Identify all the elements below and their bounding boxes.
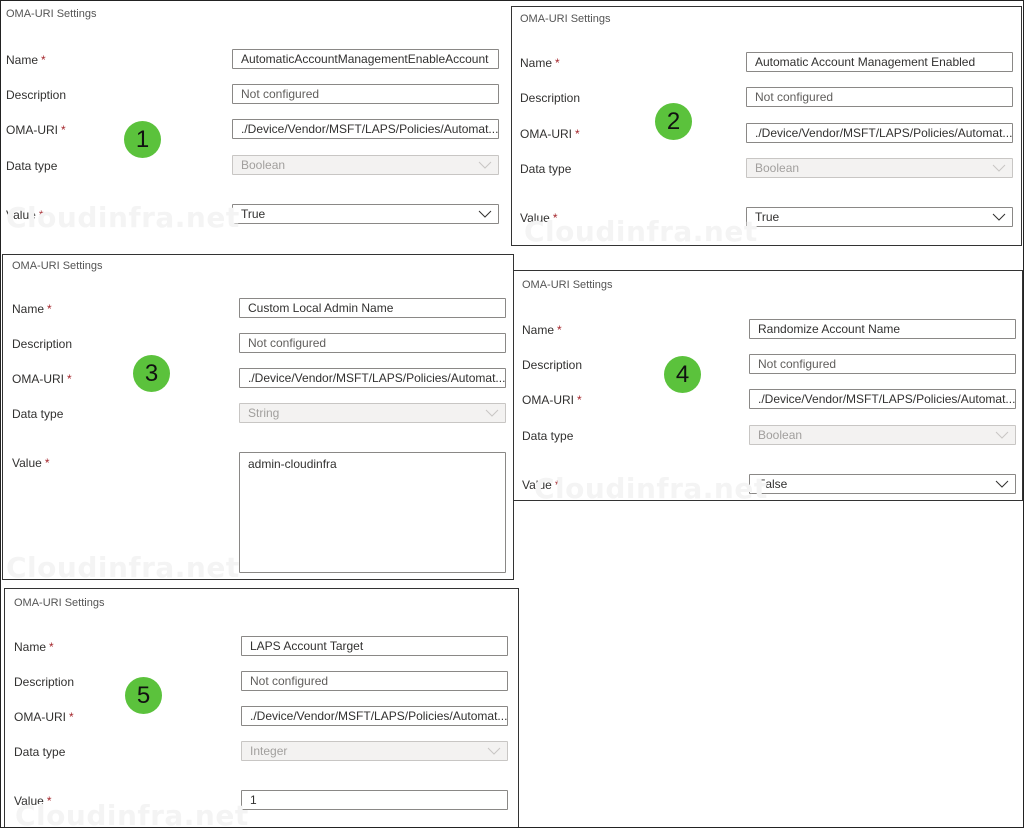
data-type-label: Data type [520,162,572,176]
oma-uri-input[interactable]: ./Device/Vendor/MSFT/LAPS/Policies/Autom… [746,123,1013,143]
data-type-select: Boolean [746,158,1013,178]
description-label: Description [12,337,73,351]
description-label: Description [522,358,583,372]
panel-title: OMA-URI Settings [6,8,97,20]
chevron-down-icon [992,164,1006,172]
value-dropdown[interactable]: False [749,474,1016,494]
chevron-down-icon [992,213,1006,221]
name-input[interactable]: AutomaticAccountManagementEnableAccount [232,49,499,69]
data-type-select: String [239,403,506,423]
name-input[interactable]: Custom Local Admin Name [239,298,506,318]
value-dropdown[interactable]: True [232,204,499,224]
oma-uri-label: OMA-URI * [14,710,74,724]
name-label: Name * [14,640,54,654]
value-textarea[interactable]: admin-cloudinfra [239,452,506,573]
step-badge-4: 4 [664,356,701,393]
oma-uri-label: OMA-URI * [12,372,72,386]
oma-uri-panel-3: OMA-URI Settings Name * Custom Local Admi… [2,254,514,584]
oma-uri-input[interactable]: ./Device/Vendor/MSFT/LAPS/Policies/Autom… [232,119,499,139]
step-badge-2: 2 [655,103,692,140]
oma-uri-panel-4: OMA-URI Settings Name * Randomize Account… [513,270,1023,505]
name-label: Name * [12,302,52,316]
oma-uri-panel-2: OMA-URI Settings Name * Automatic Account… [511,6,1022,248]
oma-uri-input[interactable]: ./Device/Vendor/MSFT/LAPS/Policies/Autom… [241,706,508,726]
chevron-down-icon [487,747,501,755]
data-type-label: Data type [522,429,574,443]
description-label: Description [14,675,75,689]
value-dropdown[interactable]: True [746,207,1013,227]
watermark: Cloudinfra.net [15,799,249,832]
panel-title: OMA-URI Settings [522,279,613,291]
name-label: Name * [522,323,562,337]
watermark: Cloudinfra.net [6,551,240,584]
step-badge-3: 3 [133,355,170,392]
data-type-select: Integer [241,741,508,761]
description-input[interactable]: Not configured [241,671,508,691]
description-input[interactable]: Not configured [239,333,506,353]
step-badge-5: 5 [125,677,162,714]
chevron-down-icon [478,210,492,218]
chevron-down-icon [478,161,492,169]
oma-uri-label: OMA-URI * [520,127,580,141]
data-type-select: Boolean [232,155,499,175]
watermark: Cloudinfra.net [534,472,768,505]
data-type-select: Boolean [749,425,1016,445]
name-label: Name * [520,56,560,70]
value-label: Value * [12,456,50,470]
panel-title: OMA-URI Settings [12,260,103,272]
data-type-label: Data type [14,745,66,759]
name-input[interactable]: Automatic Account Management Enabled [746,52,1013,72]
value-input[interactable]: 1 [241,790,508,810]
chevron-down-icon [995,431,1009,439]
oma-uri-label: OMA-URI * [6,123,66,137]
name-input[interactable]: LAPS Account Target [241,636,508,656]
required-marker: * [41,53,46,67]
oma-uri-label: OMA-URI * [522,393,582,407]
description-input[interactable]: Not configured [232,84,499,104]
name-label: Name * [6,53,46,67]
panel-title: OMA-URI Settings [14,597,105,609]
description-input[interactable]: Not configured [746,87,1013,107]
oma-uri-input[interactable]: ./Device/Vendor/MSFT/LAPS/Policies/Autom… [239,368,506,388]
step-badge-1: 1 [124,121,161,158]
name-input[interactable]: Randomize Account Name [749,319,1016,339]
oma-uri-input[interactable]: ./Device/Vendor/MSFT/LAPS/Policies/Autom… [749,389,1016,409]
data-type-label: Data type [12,407,64,421]
watermark: Cloudinfra.net [6,201,240,234]
oma-uri-panel-1: OMA-URI Settings Name * AutomaticAccountM… [1,1,506,246]
chevron-down-icon [995,480,1009,488]
oma-uri-panel-5: OMA-URI Settings Name * LAPS Account Targ… [4,588,519,832]
panel-title: OMA-URI Settings [520,13,611,25]
watermark: Cloudinfra.net [524,215,758,248]
description-label: Description [6,88,67,102]
description-input[interactable]: Not configured [749,354,1016,374]
chevron-down-icon [485,409,499,417]
data-type-label: Data type [6,159,58,173]
description-label: Description [520,91,581,105]
